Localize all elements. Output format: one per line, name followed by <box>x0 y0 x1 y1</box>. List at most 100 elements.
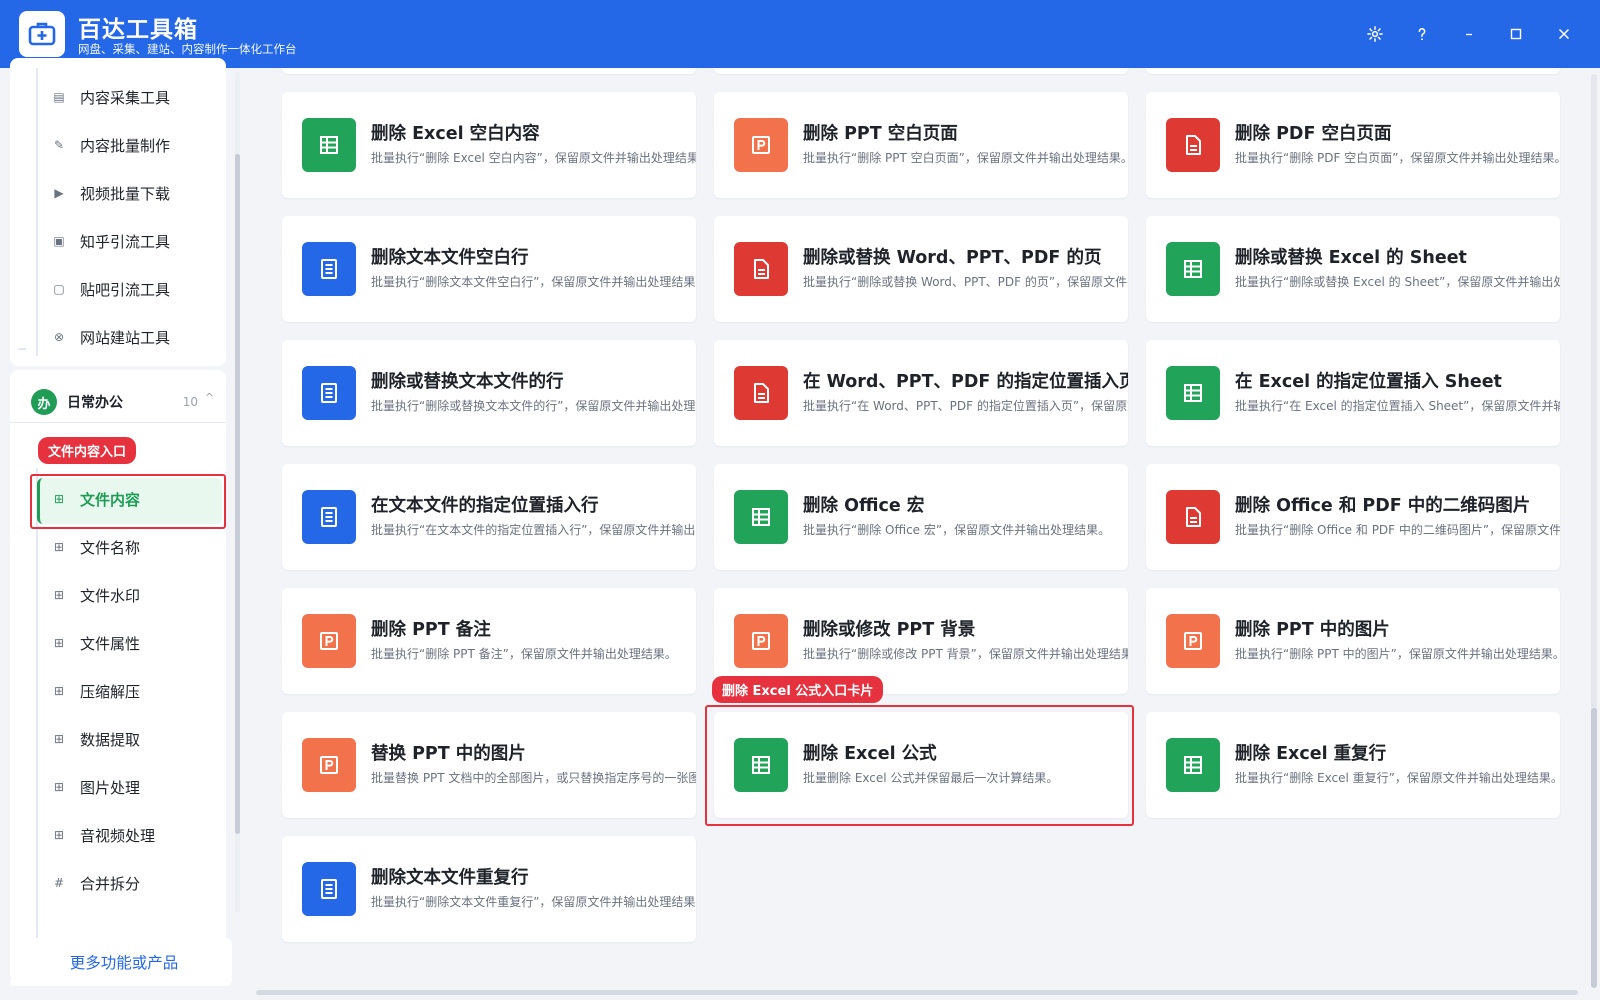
tool-card[interactable]: 在 Excel 的指定位置插入 Sheet 批量执行“在 Excel 的指定位置插… <box>1146 340 1560 446</box>
app-subtitle: 网盘、采集、建站、内容制作一体化工作台 <box>78 42 297 56</box>
ppt-icon <box>1166 614 1220 668</box>
tool-card-title: 替换 PPT 中的图片 <box>371 744 526 764</box>
sidebar-item-zhihu[interactable]: ▣ 知乎引流工具 <box>50 226 170 256</box>
sidebar-item-file-name[interactable]: ⊞ 文件名称 <box>50 532 140 562</box>
grid-icon: ⊞ <box>53 828 65 842</box>
tool-card-title: 删除或修改 PPT 背景 <box>803 620 976 640</box>
main-scrollbar-thumb[interactable] <box>1591 708 1597 988</box>
sidebar-item-image[interactable]: ⊞ 图片处理 <box>50 772 140 802</box>
tool-card-title: 删除 Excel 重复行 <box>1235 744 1387 764</box>
group-title: 日常办公 <box>67 395 123 411</box>
office-badge-icon: 办 <box>31 389 57 415</box>
ppt-icon <box>302 614 356 668</box>
sidebar-item-label: 视频批量下载 <box>80 184 171 203</box>
sidebar-item-content-batch[interactable]: ✎ 内容批量制作 <box>50 130 170 160</box>
pdf-icon <box>734 242 788 296</box>
sidebar-item-file-watermark[interactable]: ⊞ 文件水印 <box>50 580 140 610</box>
tool-card[interactable]: 删除 Excel 重复行 批量执行“删除 Excel 重复行”，保留原文件并输出处… <box>1146 712 1560 818</box>
group-count: 10 <box>182 395 198 409</box>
tool-card-title: 删除 Excel 空白内容 <box>371 124 540 144</box>
tool-card[interactable]: 删除或替换 Word、PPT、PDF 的页 批量执行“删除或替换 Word、PPT… <box>714 216 1128 322</box>
tool-card-partial <box>1146 68 1560 74</box>
tool-card-title: 删除 Office 和 PDF 中的二维码图片 <box>1235 496 1531 516</box>
tool-card[interactable]: 删除 PPT 中的图片 批量执行“删除 PPT 中的图片”，保留原文件并输出处理结… <box>1146 588 1560 694</box>
sidebar-scrollbar-thumb[interactable] <box>235 154 240 834</box>
tool-card-description: 批量执行“删除或替换 Word、PPT、PDF 的页”，保留原文件并输出 <box>803 275 1128 289</box>
text-file-icon <box>302 366 356 420</box>
group-header-daily-office[interactable]: 办 日常办公 10 ^ <box>16 379 226 425</box>
tool-card-title: 在文本文件的指定位置插入行 <box>371 496 599 516</box>
sidebar-item-merge-split[interactable]: # 合并拆分 <box>50 868 140 898</box>
sidebar-item-website[interactable]: ⊗ 网站建站工具 <box>50 322 170 352</box>
app-title: 百达工具箱 <box>78 17 198 43</box>
text-file-icon <box>302 862 356 916</box>
text-file-icon <box>302 490 356 544</box>
title-bar: 百达工具箱 网盘、采集、建站、内容制作一体化工作台 <box>0 0 1600 68</box>
tool-card-description: 批量执行“删除文本文件重复行”，保留原文件并输出处理结果。 <box>371 895 696 909</box>
minimize-icon[interactable] <box>1455 20 1483 48</box>
horizontal-scrollbar-thumb[interactable] <box>256 990 1578 995</box>
tool-card[interactable]: 在 Word、PPT、PDF 的指定位置插入页 批量执行“在 Word、PPT、P… <box>714 340 1128 446</box>
tool-card-description: 批量执行“删除或替换 Excel 的 Sheet”，保留原文件并输出处理结果 <box>1235 275 1560 289</box>
excel-icon <box>734 490 788 544</box>
website-icon: ⊗ <box>53 330 65 344</box>
highlight-tag-delete-excel-formula: 删除 Excel 公式入口卡片 <box>712 676 884 703</box>
help-icon[interactable] <box>1408 20 1436 48</box>
sidebar-item-data-extract[interactable]: ⊞ 数据提取 <box>50 724 140 754</box>
tool-card[interactable]: 删除或替换文本文件的行 批量执行“删除或替换文本文件的行”，保留原文件并输出处理结… <box>282 340 696 446</box>
grid-icon: ⊞ <box>53 540 65 554</box>
tree-line <box>36 468 38 968</box>
tool-card-title: 删除 PDF 空白页面 <box>1235 124 1392 144</box>
main-content: 删除 Excel 空白内容 批量执行“删除 Excel 空白内容”，保留原文件并输… <box>248 68 1600 1000</box>
tool-card[interactable]: 删除 Excel 空白内容 批量执行“删除 Excel 空白内容”，保留原文件并输… <box>282 92 696 198</box>
pen-icon: ✎ <box>53 138 65 152</box>
tool-card[interactable]: 删除文本文件空白行 批量执行“删除文本文件空白行”，保留原文件并输出处理结果。 <box>282 216 696 322</box>
maximize-icon[interactable] <box>1502 20 1530 48</box>
tool-card-description: 批量执行“在 Excel 的指定位置插入 Sheet”，保留原文件并输出处理 <box>1235 399 1560 413</box>
sidebar-item-video-download[interactable]: ▶ 视频批量下载 <box>50 178 170 208</box>
sidebar-item-tieba[interactable]: ▢ 贴吧引流工具 <box>50 274 170 304</box>
close-icon[interactable] <box>1550 20 1578 48</box>
ppt-icon <box>734 118 788 172</box>
settings-gear-icon[interactable] <box>1361 20 1389 48</box>
tool-card[interactable]: 删除 Office 宏批量执行“删除 Office 宏”，保留原文件并输出处理结… <box>714 464 1128 570</box>
tool-card[interactable]: 删除 PPT 备注 批量执行“删除 PPT 备注”，保留原文件并输出处理结果。 <box>282 588 696 694</box>
tool-card-title: 删除 Office 宏 <box>803 496 925 516</box>
highlight-box-file-content <box>30 474 226 529</box>
tool-card-partial <box>714 68 1128 74</box>
tool-card[interactable]: 删除 PPT 空白页面 批量执行“删除 PPT 空白页面”，保留原文件并输出处理结… <box>714 92 1128 198</box>
tool-card-description: 批量执行“删除 PPT 中的图片”，保留原文件并输出处理结果。 <box>1235 647 1560 661</box>
tree-line-tick <box>18 348 26 350</box>
tool-card-title: 删除文本文件重复行 <box>371 868 529 888</box>
tool-card[interactable]: 在文本文件的指定位置插入行 批量执行“在文本文件的指定位置插入行”，保留原文件并输… <box>282 464 696 570</box>
tool-card[interactable]: 删除文本文件重复行批量执行“删除文本文件重复行”，保留原文件并输出处理结果。 <box>282 836 696 942</box>
sidebar-item-content-collect[interactable]: ▤ 内容采集工具 <box>50 82 170 112</box>
sidebar-item-av[interactable]: ⊞ 音视频处理 <box>50 820 155 850</box>
pdf-icon <box>734 366 788 420</box>
sidebar-item-compress[interactable]: ⊞ 压缩解压 <box>50 676 140 706</box>
sidebar: ▤ 内容采集工具 ✎ 内容批量制作 ▶ 视频批量下载 ▣ 知乎引流工具 ▢ 贴吧引流工具 … <box>0 58 246 1000</box>
tool-card[interactable]: 删除 Office 和 PDF 中的二维码图片批量执行“删除 Office 和 … <box>1146 464 1560 570</box>
highlight-tag-file-content: 文件内容入口 <box>38 437 137 464</box>
collect-icon: ▤ <box>53 90 65 104</box>
tool-card-title: 删除文本文件空白行 <box>371 248 529 268</box>
grid-icon: ⊞ <box>53 732 65 746</box>
sidebar-item-label: 压缩解压 <box>80 682 141 701</box>
tool-card[interactable]: 删除 PDF 空白页面批量执行“删除 PDF 空白页面”，保留原文件并输出处理结… <box>1146 92 1560 198</box>
hash-icon: # <box>53 876 65 890</box>
more-products-button[interactable]: 更多功能或产品 <box>16 938 232 986</box>
sidebar-item-label: 文件名称 <box>80 538 141 557</box>
tool-card-title: 在 Excel 的指定位置插入 Sheet <box>1235 372 1502 392</box>
excel-icon <box>1166 738 1220 792</box>
tool-card-description: 批量执行“删除 PDF 空白页面”，保留原文件并输出处理结果。 <box>1235 151 1560 165</box>
tool-card-partial <box>282 68 696 74</box>
tool-card[interactable]: 替换 PPT 中的图片 批量替换 PPT 文档中的全部图片，或只替换指定序号的一张… <box>282 712 696 818</box>
tool-card-description: 批量执行“删除 Office 和 PDF 中的二维码图片”，保留原文件并输出 <box>1235 523 1560 537</box>
sidebar-item-label: 贴吧引流工具 <box>80 280 171 299</box>
tool-card-description: 批量执行“删除 Office 宏”，保留原文件并输出处理结果。 <box>803 523 1111 537</box>
tool-card-description: 批量执行“在 Word、PPT、PDF 的指定位置插入页”，保留原文件 <box>803 399 1128 413</box>
tool-card-description: 批量执行“删除或修改 PPT 背景”，保留原文件并输出处理结果。 <box>803 647 1128 661</box>
tool-card[interactable]: 删除或替换 Excel 的 Sheet 批量执行“删除或替换 Excel 的 Sh… <box>1146 216 1560 322</box>
zhihu-icon: ▣ <box>53 234 65 248</box>
sidebar-item-file-properties[interactable]: ⊞ 文件属性 <box>50 628 140 658</box>
